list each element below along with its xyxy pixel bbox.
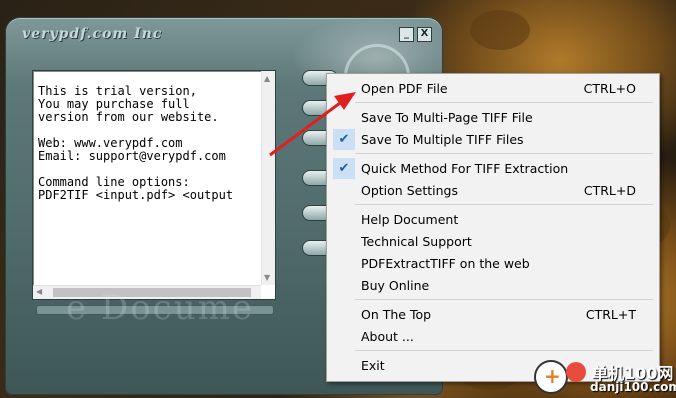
arrow-head (334, 92, 356, 110)
arrow-shaft (269, 98, 345, 157)
logo-mark-icon: + (534, 360, 568, 394)
annotation-arrow-icon (269, 92, 356, 157)
site-logo: + 单机100网 danji100.com (528, 358, 676, 398)
logo-bottom-text: danji100.com (590, 380, 676, 394)
logo-badge-icon (566, 362, 586, 382)
